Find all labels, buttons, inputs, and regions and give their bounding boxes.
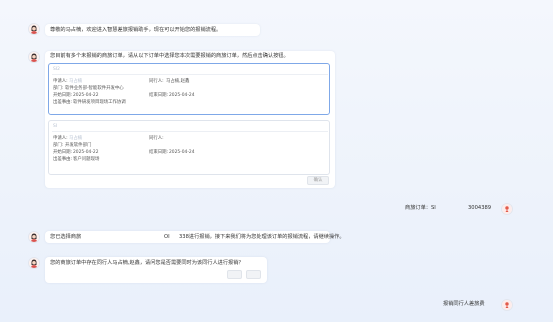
assistant-avatar-icon: [29, 52, 39, 62]
order-number: SI2: [53, 67, 60, 72]
end-date-value: 2025-04-24: [169, 150, 195, 155]
assistant-avatar-icon: [29, 258, 39, 268]
reason-value: 客户问题现场: [73, 157, 100, 162]
end-date-label: 结束日期:: [149, 93, 169, 98]
user-companion-text: 报销同行人差旅费: [443, 301, 485, 307]
assistant-avatar: [28, 257, 40, 269]
selected-prefix: 您已选择商旅: [50, 233, 82, 240]
start-date-label: 开始日期:: [53, 150, 73, 155]
user-order-suffix: 3004389: [468, 205, 492, 211]
assistant-message-companion: 您的商旅订单中存在同行人马占楠,赵鑫，请问您是否需要同时为该同行人进行报销？: [45, 257, 267, 283]
start-date-label: 开始日期:: [53, 93, 73, 98]
reason-label: 出差事由:: [53, 157, 73, 162]
order-card[interactable]: SI2 申请人: 马占楠 同行人: 马占楠,赵鑫 部门: 软件业务部-智能软件开…: [48, 63, 330, 115]
user-avatar: [501, 299, 513, 311]
dept-value: 开发软件部门: [65, 143, 92, 148]
assistant-message-orders: 您目前有多个未报销的商旅订单，请从以下订单中选择您本次需要报销的商旅订单，然后点…: [45, 51, 335, 188]
orders-prompt-text: 您目前有多个未报销的商旅订单，请从以下订单中选择您本次需要报销的商旅订单，然后点…: [50, 53, 289, 59]
assistant-avatar: [28, 51, 40, 63]
start-date-value: 2025-04-22: [73, 93, 99, 98]
companion-value: 马占楠,赵鑫: [166, 79, 190, 84]
option-button-yes[interactable]: [227, 270, 242, 279]
order-number: SI: [53, 124, 58, 129]
companion-question-text: 您的商旅订单中存在同行人马占楠,赵鑫，请问您是否需要同时为该同行人进行报销？: [50, 259, 244, 266]
assistant-message-welcome: 尊敬的马占楠，欢迎进入智慧差旅报销助手，现在可以开始您的报销流程。: [45, 24, 260, 36]
order-card[interactable]: SI 申请人: 马占楠 同行人: 部门: 开发软件部门 开始日期: 2025-0…: [48, 120, 330, 175]
dept-label: 部门:: [53, 86, 64, 91]
user-order-prefix: 商旅订单：SI: [405, 205, 436, 211]
reason-label: 出差事由:: [53, 100, 73, 105]
companion-label: 同行人:: [149, 79, 164, 84]
order-card-divider: [52, 131, 328, 132]
applicant-label: 申请人:: [53, 136, 68, 141]
welcome-text: 尊敬的马占楠，欢迎进入智慧差旅报销助手，现在可以开始您的报销流程。: [50, 26, 222, 33]
dept-value: 软件业务部-智能软件开发中心: [65, 86, 124, 91]
assistant-avatar-icon: [29, 232, 39, 242]
order-card-divider: [52, 74, 328, 75]
end-date-value: 2025-04-24: [169, 93, 195, 98]
companion-label: 同行人:: [149, 136, 164, 141]
applicant-label: 申请人:: [53, 79, 68, 84]
selected-suffix: 338进行报销，接下来我们将为您处理该订单的报销流程，请继续操作。: [179, 233, 345, 240]
applicant-value: 马占楠: [69, 136, 83, 141]
applicant-value: 马占楠: [69, 79, 83, 84]
reason-value: 软件研发项目现场工作协调: [73, 100, 126, 105]
start-date-value: 2025-04-22: [73, 150, 99, 155]
user-avatar-icon: [502, 300, 512, 310]
user-avatar: [501, 203, 513, 215]
assistant-avatar: [28, 231, 40, 243]
option-button-no[interactable]: [246, 270, 261, 279]
confirm-button[interactable]: 确认: [307, 176, 329, 185]
assistant-message-selected: 您已选择商旅 OI 338进行报销，接下来我们将为您处理该订单的报销流程，请继续…: [45, 231, 345, 243]
assistant-avatar: [28, 23, 40, 35]
end-date-label: 结束日期:: [149, 150, 169, 155]
user-message-companion: 报销同行人差旅费: [443, 300, 495, 310]
assistant-avatar-icon: [29, 24, 39, 34]
user-message-order: 商旅订单：SI 3004389: [405, 204, 495, 214]
user-avatar-icon: [502, 204, 512, 214]
dept-label: 部门:: [53, 143, 64, 148]
selected-mid: OI: [164, 233, 170, 240]
